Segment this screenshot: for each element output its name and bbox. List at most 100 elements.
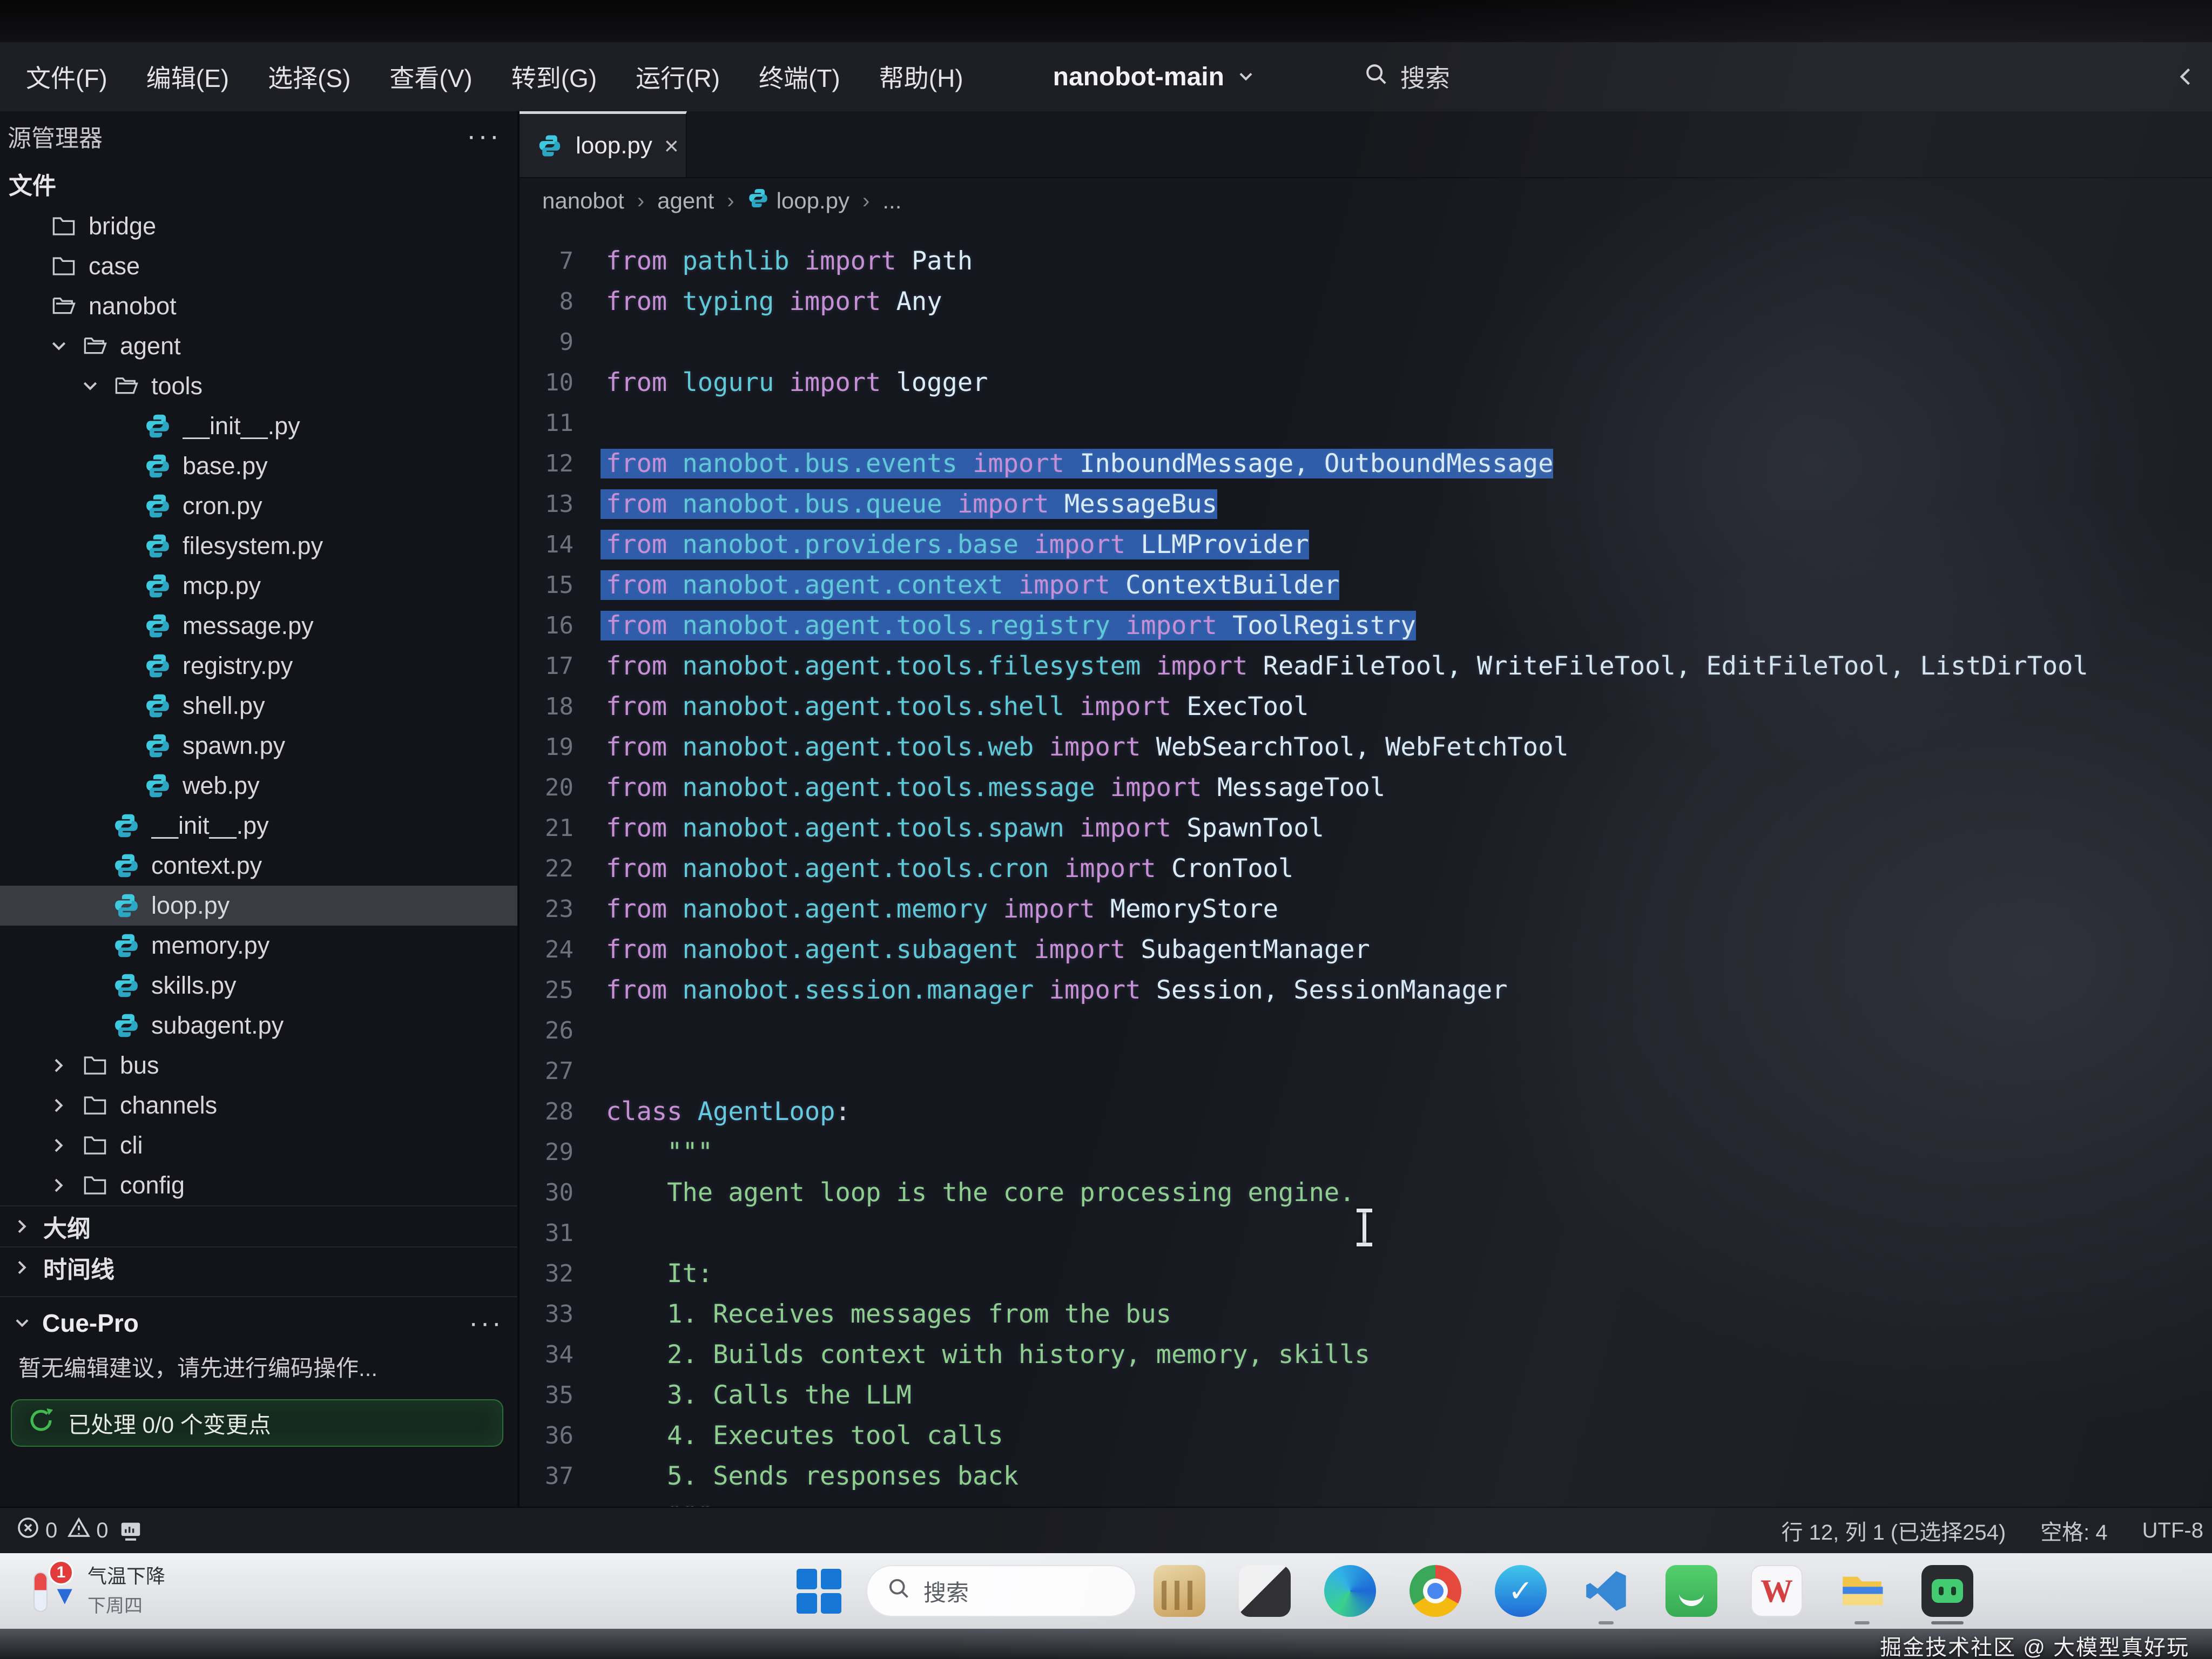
chrome-browser-icon[interactable] bbox=[1410, 1565, 1461, 1617]
tree-item-web-py[interactable]: web.py bbox=[0, 766, 517, 806]
code-token: nanobot.bus.queue bbox=[682, 489, 957, 519]
edge-browser-icon[interactable] bbox=[1324, 1565, 1376, 1617]
code-view[interactable]: 7from pathlib import Path8from typing im… bbox=[520, 225, 2212, 1507]
tree-item-channels[interactable]: channels bbox=[0, 1085, 517, 1125]
code-token: 3. Calls the LLM bbox=[606, 1380, 912, 1410]
tree-item-agent[interactable]: agent bbox=[0, 326, 517, 366]
tree-item-config[interactable]: config bbox=[0, 1165, 517, 1205]
vscode-app-icon[interactable] bbox=[1580, 1565, 1632, 1617]
start-button[interactable] bbox=[796, 1568, 841, 1614]
tab-loop-py[interactable]: loop.py × bbox=[520, 111, 687, 177]
close-icon[interactable]: × bbox=[664, 131, 679, 160]
more-icon[interactable]: ··· bbox=[467, 120, 501, 152]
workspace-section-label[interactable]: 文件 bbox=[0, 161, 517, 206]
wps-app-icon[interactable]: W bbox=[1751, 1565, 1803, 1617]
tree-item--init-py[interactable]: __init__.py bbox=[0, 806, 517, 846]
menubar-search[interactable]: 搜索 bbox=[1364, 59, 1450, 95]
folder-open-icon bbox=[81, 332, 109, 360]
cuepro-header[interactable]: Cue-Pro ··· bbox=[11, 1300, 503, 1346]
tree-item-case[interactable]: case bbox=[0, 246, 517, 286]
tree-item-loop-py[interactable]: loop.py bbox=[0, 886, 517, 926]
menu-item[interactable]: 编辑(E) bbox=[127, 42, 248, 111]
tree-item-cron-py[interactable]: cron.py bbox=[0, 486, 517, 526]
code-token: import bbox=[790, 368, 896, 397]
code-text: 3. Calls the LLM bbox=[601, 1380, 912, 1410]
breadcrumb-item[interactable]: ... bbox=[882, 188, 901, 214]
tree-item-memory-py[interactable]: memory.py bbox=[0, 926, 517, 966]
chat-app-icon[interactable] bbox=[1665, 1565, 1717, 1617]
line-number: 20 bbox=[520, 774, 601, 801]
code-token: from bbox=[606, 246, 682, 276]
tree-item-tools[interactable]: tools bbox=[0, 366, 517, 406]
indent-setting[interactable]: 空格: 4 bbox=[2040, 1515, 2107, 1546]
problems-errors[interactable]: 0 bbox=[16, 1516, 57, 1545]
snip-app-icon[interactable] bbox=[1239, 1565, 1291, 1617]
tree-item-cli[interactable]: cli bbox=[0, 1125, 517, 1165]
code-token: from bbox=[606, 611, 682, 640]
sidebar-sections: 大纲时间线 bbox=[0, 1205, 517, 1287]
breadcrumb-item[interactable]: nanobot bbox=[542, 188, 624, 214]
code-text: The agent loop is the core processing en… bbox=[601, 1178, 1355, 1208]
tree-item-nanobot[interactable]: nanobot bbox=[0, 286, 517, 326]
menu-item[interactable]: 运行(R) bbox=[616, 42, 739, 111]
encoding[interactable]: UTF-8 bbox=[2142, 1519, 2203, 1543]
line-number: 12 bbox=[520, 450, 601, 477]
menu-item[interactable]: 查看(V) bbox=[370, 42, 491, 111]
editor-area: loop.py × nanobot›agent›loop.py›... 7fro… bbox=[520, 111, 2212, 1507]
line-number: 30 bbox=[520, 1179, 601, 1206]
search-icon bbox=[1364, 62, 1388, 92]
tree-item-subagent-py[interactable]: subagent.py bbox=[0, 1006, 517, 1046]
code-token: import bbox=[1064, 854, 1171, 884]
code-token: nanobot.agent.memory bbox=[682, 894, 1003, 924]
tree-item-label: web.py bbox=[183, 772, 260, 800]
code-text: from nanobot.bus.events import InboundMe… bbox=[601, 449, 1553, 478]
weather-widget[interactable]: ▼ 1 气温下降 下周四 bbox=[30, 1561, 165, 1617]
back-arrow-icon[interactable] bbox=[2174, 65, 2198, 89]
tree-item-label: bridge bbox=[89, 212, 156, 240]
panel-icon[interactable] bbox=[118, 1518, 143, 1543]
problems-warnings[interactable]: 0 bbox=[67, 1516, 108, 1545]
gold-app-icon[interactable] bbox=[1154, 1565, 1205, 1617]
code-text: It: bbox=[601, 1259, 713, 1289]
tree-item-spawn-py[interactable]: spawn.py bbox=[0, 726, 517, 766]
chevron-placeholder bbox=[16, 215, 39, 238]
line-number: 37 bbox=[520, 1462, 601, 1490]
code-line: 11 bbox=[520, 403, 2212, 443]
menu-item[interactable]: 文件(F) bbox=[6, 42, 127, 111]
menu-item[interactable]: 帮助(H) bbox=[860, 42, 983, 111]
tree-item-filesystem-py[interactable]: filesystem.py bbox=[0, 526, 517, 566]
menu-item[interactable]: 转到(G) bbox=[492, 42, 616, 111]
tree-item-bus[interactable]: bus bbox=[0, 1046, 517, 1085]
tree-item--init-py[interactable]: __init__.py bbox=[0, 406, 517, 446]
tree-item-registry-py[interactable]: registry.py bbox=[0, 646, 517, 686]
tree-item-context-py[interactable]: context.py bbox=[0, 846, 517, 886]
breadcrumb-item[interactable]: agent bbox=[657, 188, 714, 214]
sidebar-section-大纲[interactable]: 大纲 bbox=[0, 1205, 517, 1246]
menu-item[interactable]: 终端(T) bbox=[739, 42, 860, 111]
menubar-search-label: 搜索 bbox=[1400, 59, 1450, 95]
tree-item-shell-py[interactable]: shell.py bbox=[0, 686, 517, 726]
quark-app-icon[interactable]: ✓ bbox=[1495, 1565, 1547, 1617]
python-file-icon bbox=[112, 932, 140, 960]
tree-item-mcp-py[interactable]: mcp.py bbox=[0, 566, 517, 606]
file-explorer-icon[interactable] bbox=[1836, 1565, 1888, 1617]
code-token: 1. Receives messages from the bus bbox=[606, 1299, 1171, 1329]
tree-item-bridge[interactable]: bridge bbox=[0, 206, 517, 246]
code-token: The agent loop is the core processing en… bbox=[606, 1178, 1355, 1208]
code-line: 13from nanobot.bus.queue import MessageB… bbox=[520, 484, 2212, 524]
more-icon[interactable]: ··· bbox=[469, 1307, 503, 1339]
tree-item-skills-py[interactable]: skills.py bbox=[0, 966, 517, 1006]
sidebar-section-时间线[interactable]: 时间线 bbox=[0, 1246, 517, 1287]
code-line: 28class AgentLoop: bbox=[520, 1091, 2212, 1132]
code-token: nanobot.providers.base bbox=[682, 530, 1034, 559]
breadcrumb-item[interactable]: loop.py bbox=[747, 187, 849, 214]
tree-item-message-py[interactable]: message.py bbox=[0, 606, 517, 646]
cursor-position[interactable]: 行 12, 列 1 (已选择254) bbox=[1782, 1515, 2006, 1546]
project-switcher[interactable]: nanobot-main bbox=[1053, 62, 1256, 92]
chevron-placeholder bbox=[110, 495, 133, 517]
robot-app-icon[interactable] bbox=[1921, 1565, 1973, 1617]
tree-item-base-py[interactable]: base.py bbox=[0, 446, 517, 486]
taskbar-search[interactable]: 搜索 bbox=[866, 1565, 1136, 1617]
line-number: 28 bbox=[520, 1098, 601, 1125]
menu-item[interactable]: 选择(S) bbox=[248, 42, 370, 111]
